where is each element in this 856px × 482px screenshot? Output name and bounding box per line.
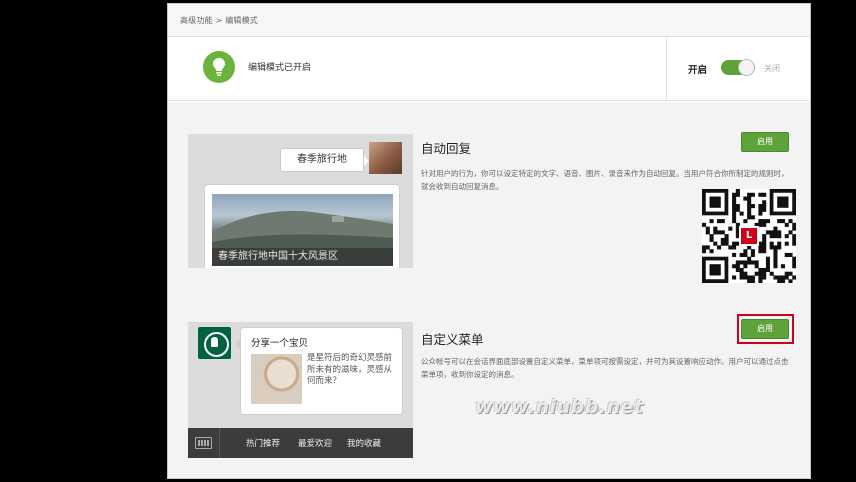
watermark: www.niubb.net bbox=[475, 396, 644, 418]
menu-card-title: 分享一个宝贝 bbox=[251, 338, 309, 349]
edit-mode-toggle[interactable] bbox=[721, 59, 755, 76]
lightbulb-icon bbox=[203, 51, 235, 83]
custom-menu-preview: 分享一个宝贝 是星符后的奇幻灵感前所未有的滋味，灵感从何而来？ 热门推荐 最爱欢… bbox=[188, 322, 413, 458]
auto-reply-enable-button[interactable]: 启用 bbox=[741, 132, 789, 152]
auto-reply-title: 自动回复 bbox=[421, 141, 472, 156]
auto-reply-preview: 春季旅行地 春季旅行地中国十大风景区 bbox=[188, 134, 413, 268]
brand-logo bbox=[198, 327, 231, 359]
status-text: 编辑模式已开启 bbox=[248, 63, 312, 73]
image-caption: 春季旅行地中国十大风景区 bbox=[212, 248, 393, 266]
menu-item-popular[interactable]: 最爱欢迎 bbox=[298, 437, 332, 449]
landscape-image: 春季旅行地中国十大风景区 bbox=[212, 194, 393, 266]
keyboard-icon[interactable] bbox=[195, 437, 212, 449]
edit-mode-status-bar: 编辑模式已开启 开启 关闭 bbox=[168, 37, 810, 101]
custom-menu-enable-button[interactable]: 启用 bbox=[741, 319, 789, 339]
menu-message-card: 分享一个宝贝 是星符后的奇幻灵感前所未有的滋味，灵感从何而来？ bbox=[235, 327, 403, 415]
features-area: 春季旅行地 春季旅行地中国十大风景区 自动回复 启用 针对用户的行为，你可以设定… bbox=[168, 102, 810, 478]
coffee-image bbox=[251, 354, 302, 404]
switch-off-label: 关闭 bbox=[764, 64, 780, 73]
toggle-knob[interactable] bbox=[738, 59, 755, 76]
divider bbox=[666, 37, 667, 101]
custom-menu-title: 自定义菜单 bbox=[421, 332, 484, 347]
divider bbox=[219, 428, 220, 458]
custom-menu-bar: 热门推荐 最爱欢迎 我的收藏 bbox=[188, 428, 413, 458]
menu-card-text: 是星符后的奇幻灵感前所未有的滋味，灵感从何而来？ bbox=[307, 353, 393, 386]
custom-menu-description: 公众帐号可以在会话界面底部设置自定义菜单，菜单项可按需设定，并可为其设置响应动作… bbox=[421, 357, 789, 379]
message-bubble: 春季旅行地 bbox=[280, 148, 369, 172]
reply-card: 春季旅行地中国十大风景区 bbox=[204, 184, 400, 268]
qr-code: L bbox=[702, 189, 797, 284]
breadcrumb[interactable]: 高级功能 > 编辑模式 bbox=[180, 15, 258, 26]
breadcrumb-bar: 高级功能 > 编辑模式 bbox=[168, 4, 810, 37]
switch-on-label: 开启 bbox=[688, 65, 708, 76]
user-avatar bbox=[369, 142, 402, 174]
qr-logo-icon: L bbox=[739, 226, 759, 246]
menu-item-favorites[interactable]: 我的收藏 bbox=[347, 437, 381, 449]
menu-item-hot[interactable]: 热门推荐 bbox=[246, 437, 280, 449]
